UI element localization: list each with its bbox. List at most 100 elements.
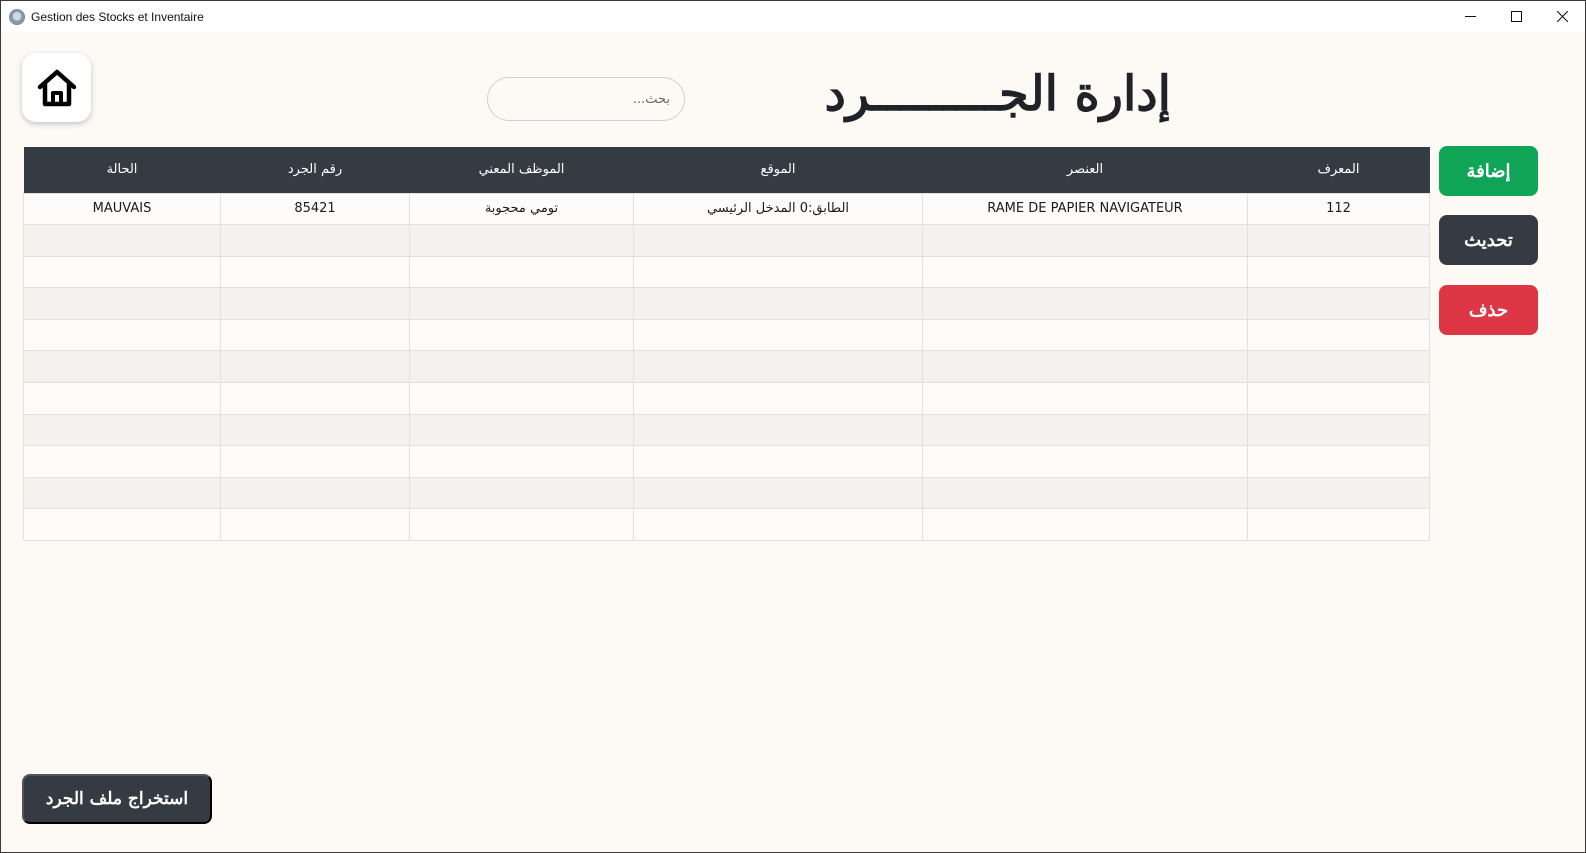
maximize-button[interactable]	[1493, 1, 1539, 32]
table-cell-location	[633, 476, 923, 510]
table-cell-employee	[409, 445, 634, 478]
table-cell-item	[922, 287, 1248, 320]
table-cell-id	[1247, 382, 1430, 415]
table-cell-status: MAUVAIS	[23, 192, 221, 226]
column-header-status[interactable]: الحالة	[23, 147, 221, 193]
table-cell-item	[922, 224, 1248, 257]
add-button[interactable]: إضافة	[1439, 146, 1538, 196]
table-cell-id	[1247, 413, 1430, 447]
table-cell-inventory-no	[220, 382, 410, 415]
column-header-inventory-no[interactable]: رقم الجرد	[220, 147, 410, 193]
table-cell-inventory-no	[220, 255, 410, 289]
column-header-employee[interactable]: الموظف المعني	[409, 147, 634, 193]
table-row[interactable]	[23, 350, 1430, 384]
table-cell-id	[1247, 318, 1430, 352]
table-cell-item	[922, 476, 1248, 510]
table-cell-location	[633, 224, 923, 257]
table-cell-inventory-no	[220, 476, 410, 510]
table-cell-id	[1247, 508, 1430, 542]
table-cell-inventory-no	[220, 224, 410, 257]
table-cell-employee	[409, 508, 634, 542]
table-cell-id	[1247, 445, 1430, 478]
table-cell-employee	[409, 350, 634, 384]
table-row[interactable]	[23, 287, 1430, 320]
column-header-id[interactable]: المعرف	[1247, 147, 1430, 193]
table-cell-inventory-no	[220, 350, 410, 384]
table-cell-inventory-no	[220, 318, 410, 352]
table-cell-location	[633, 255, 923, 289]
table-cell-item	[922, 318, 1248, 352]
update-button[interactable]: تحديث	[1439, 215, 1538, 265]
table-cell-employee	[409, 382, 634, 415]
close-icon	[1556, 11, 1568, 22]
table-cell-location	[633, 413, 923, 447]
table-cell-status	[23, 318, 221, 352]
table-cell-item	[922, 350, 1248, 384]
table-cell-id	[1247, 255, 1430, 289]
table-row[interactable]	[23, 413, 1430, 447]
window-title: Gestion des Stocks et Inventaire	[31, 9, 204, 24]
table-cell-status	[23, 224, 221, 257]
table-cell-item: RAME DE PAPIER NAVIGATEUR	[922, 192, 1248, 226]
table-cell-id: 112	[1247, 192, 1430, 226]
table-cell-location	[633, 350, 923, 384]
minimize-button[interactable]	[1447, 1, 1493, 32]
table-header-row: الحالة رقم الجرد الموظف المعني الموقع ال…	[23, 147, 1430, 193]
table-cell-status	[23, 350, 221, 384]
table-cell-inventory-no: 85421	[220, 192, 410, 226]
table-cell-item	[922, 445, 1248, 478]
search-input[interactable]	[487, 77, 685, 121]
table-cell-employee	[409, 413, 634, 447]
table-cell-id	[1247, 224, 1430, 257]
table-row[interactable]	[23, 382, 1430, 415]
table-cell-status	[23, 445, 221, 478]
table-cell-item	[922, 382, 1248, 415]
table-cell-status	[23, 382, 221, 415]
minimize-icon	[1464, 16, 1476, 17]
title-bar: Gestion des Stocks et Inventaire	[1, 1, 1585, 32]
table-cell-item	[922, 413, 1248, 447]
table-cell-inventory-no	[220, 287, 410, 320]
table-cell-location	[633, 287, 923, 320]
page-title: إدارة الجـــــــــرد	[824, 66, 1171, 122]
table-row[interactable]	[23, 318, 1430, 352]
table-cell-employee	[409, 318, 634, 352]
table-cell-location	[633, 508, 923, 542]
delete-button[interactable]: حذف	[1439, 285, 1538, 335]
app-window: Gestion des Stocks et Inventaire إدارة ا…	[0, 0, 1586, 853]
inventory-table: الحالة رقم الجرد الموظف المعني الموقع ال…	[23, 147, 1430, 542]
maximize-icon	[1510, 11, 1522, 22]
table-cell-location	[633, 318, 923, 352]
table-row[interactable]	[23, 476, 1430, 510]
table-row[interactable]: MAUVAIS 85421 تومي محجوبة الطابق:0 المدخل ا…	[23, 192, 1430, 226]
home-icon	[37, 69, 76, 106]
table-row[interactable]	[23, 445, 1430, 478]
table-row[interactable]	[23, 255, 1430, 289]
export-inventory-button[interactable]: استخراج ملف الجرد	[22, 774, 212, 824]
column-header-item[interactable]: العنصر	[922, 147, 1248, 193]
table-cell-status	[23, 255, 221, 289]
close-button[interactable]	[1539, 1, 1585, 32]
table-cell-status	[23, 413, 221, 447]
table-cell-inventory-no	[220, 413, 410, 447]
table-cell-id	[1247, 287, 1430, 320]
window-controls	[1447, 1, 1585, 32]
table-cell-item	[922, 255, 1248, 289]
table-cell-location	[633, 445, 923, 478]
table-cell-id	[1247, 350, 1430, 384]
table-cell-item	[922, 508, 1248, 542]
table-cell-status	[23, 287, 221, 320]
app-icon	[9, 8, 25, 25]
table-cell-location: الطابق:0 المدخل الرئيسي	[633, 192, 923, 226]
table-cell-status	[23, 476, 221, 510]
home-button[interactable]	[22, 53, 91, 122]
column-header-location[interactable]: الموقع	[633, 147, 923, 193]
table-row[interactable]	[23, 224, 1430, 257]
table-cell-inventory-no	[220, 508, 410, 542]
table-cell-employee	[409, 224, 634, 257]
table-cell-location	[633, 382, 923, 415]
table-cell-inventory-no	[220, 445, 410, 478]
table-cell-employee: تومي محجوبة	[409, 192, 634, 226]
table-cell-id	[1247, 476, 1430, 510]
table-row[interactable]	[23, 508, 1430, 542]
